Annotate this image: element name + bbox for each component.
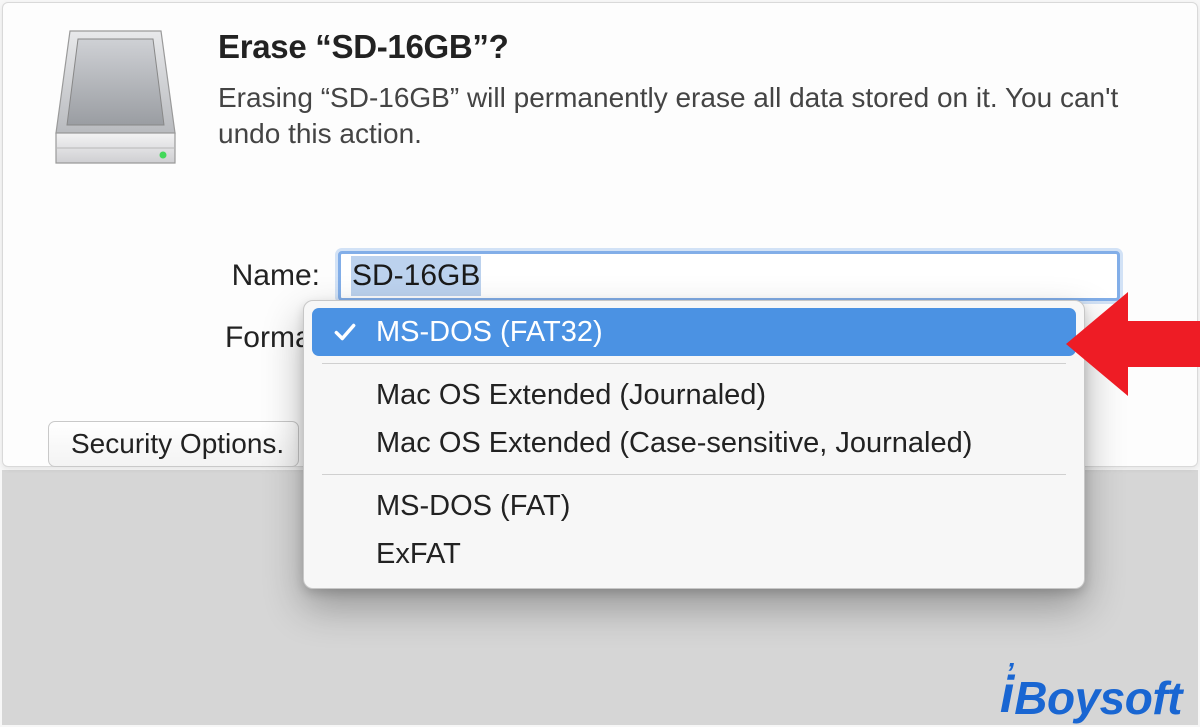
format-option-exfat[interactable]: ExFAT <box>312 530 1076 578</box>
security-options-label: Security Options. <box>71 428 284 460</box>
dialog-title: Erase “SD-16GB”? <box>218 28 1138 66</box>
dialog-header: Erase “SD-16GB”? Erasing “SD-16GB” will … <box>218 28 1138 153</box>
format-dropdown[interactable]: MS-DOS (FAT32) Mac OS Extended (Journale… <box>303 300 1085 589</box>
format-label: Format <box>3 321 338 355</box>
format-option-label: Mac OS Extended (Journaled) <box>376 379 766 412</box>
external-drive-icon <box>48 23 183 173</box>
name-row: Name: SD-16GB <box>3 251 1197 301</box>
format-option-macos-case-journaled[interactable]: Mac OS Extended (Case-sensitive, Journal… <box>312 419 1076 467</box>
check-icon <box>332 319 358 345</box>
dropdown-separator <box>322 474 1066 475</box>
name-label: Name: <box>3 259 338 293</box>
watermark-i: i <box>1000 669 1014 721</box>
name-input[interactable]: SD-16GB <box>338 251 1120 301</box>
format-option-label: ExFAT <box>376 538 461 571</box>
dialog-description: Erasing “SD-16GB” will permanently erase… <box>218 80 1138 153</box>
format-option-msdos-fat[interactable]: MS-DOS (FAT) <box>312 482 1076 530</box>
format-option-label: MS-DOS (FAT) <box>376 490 570 523</box>
name-input-value: SD-16GB <box>351 256 481 296</box>
watermark-text: Boysoft <box>1014 675 1182 721</box>
watermark: i Boysoft <box>1000 665 1182 721</box>
format-option-label: Mac OS Extended (Case-sensitive, Journal… <box>376 427 972 460</box>
dropdown-separator <box>322 363 1066 364</box>
format-option-msdos-fat32[interactable]: MS-DOS (FAT32) <box>312 308 1076 356</box>
format-option-macos-journaled[interactable]: Mac OS Extended (Journaled) <box>312 371 1076 419</box>
format-option-label: MS-DOS (FAT32) <box>376 316 603 349</box>
security-options-button[interactable]: Security Options. <box>48 421 299 467</box>
